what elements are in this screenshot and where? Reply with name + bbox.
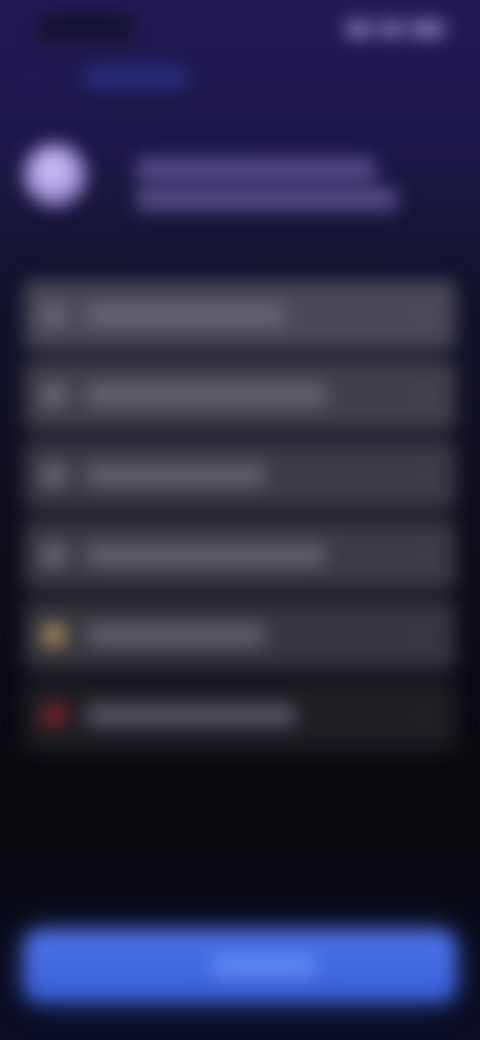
wifi-icon (380, 22, 402, 36)
status-time (38, 14, 134, 40)
menu-item-1[interactable]: › (24, 280, 456, 350)
page-header (0, 130, 480, 240)
menu-item-label (86, 384, 326, 406)
blurred-screen: ‹ › › › › › › (0, 0, 480, 1040)
back-arrow-icon[interactable]: ‹ (30, 67, 56, 89)
primary-action-label (212, 956, 316, 976)
list-icon (42, 384, 66, 406)
avatar (24, 144, 86, 206)
menu-item-6[interactable]: › (24, 680, 456, 750)
status-bar (0, 0, 480, 56)
battery-icon (410, 22, 444, 36)
menu-item-4[interactable]: › (24, 520, 456, 590)
chevron-right-icon: › (420, 704, 427, 726)
menu-item-label (86, 704, 296, 726)
alert-icon (42, 704, 66, 726)
page-title-line1 (136, 158, 376, 180)
menu-item-label (86, 464, 266, 486)
list-icon (42, 544, 66, 566)
menu-item-label (86, 624, 266, 646)
status-icons (344, 18, 444, 40)
menu-item-3[interactable]: › (24, 440, 456, 510)
menu-list: › › › › › › (24, 280, 456, 760)
chevron-right-icon: › (420, 624, 427, 646)
list-icon (42, 464, 66, 486)
chevron-right-icon: › (420, 544, 427, 566)
menu-item-2[interactable]: › (24, 360, 456, 430)
back-link[interactable] (84, 66, 188, 88)
signal-icon (346, 22, 372, 36)
page-title-line2 (136, 188, 398, 210)
primary-action-button[interactable] (24, 930, 456, 1002)
chevron-right-icon: › (420, 464, 427, 486)
list-icon (42, 304, 66, 326)
menu-item-label (86, 304, 286, 326)
chevron-right-icon: › (420, 384, 427, 406)
chevron-right-icon: › (420, 304, 427, 326)
menu-item-label (86, 544, 326, 566)
menu-item-5[interactable]: › (24, 600, 456, 670)
star-icon (42, 624, 66, 646)
